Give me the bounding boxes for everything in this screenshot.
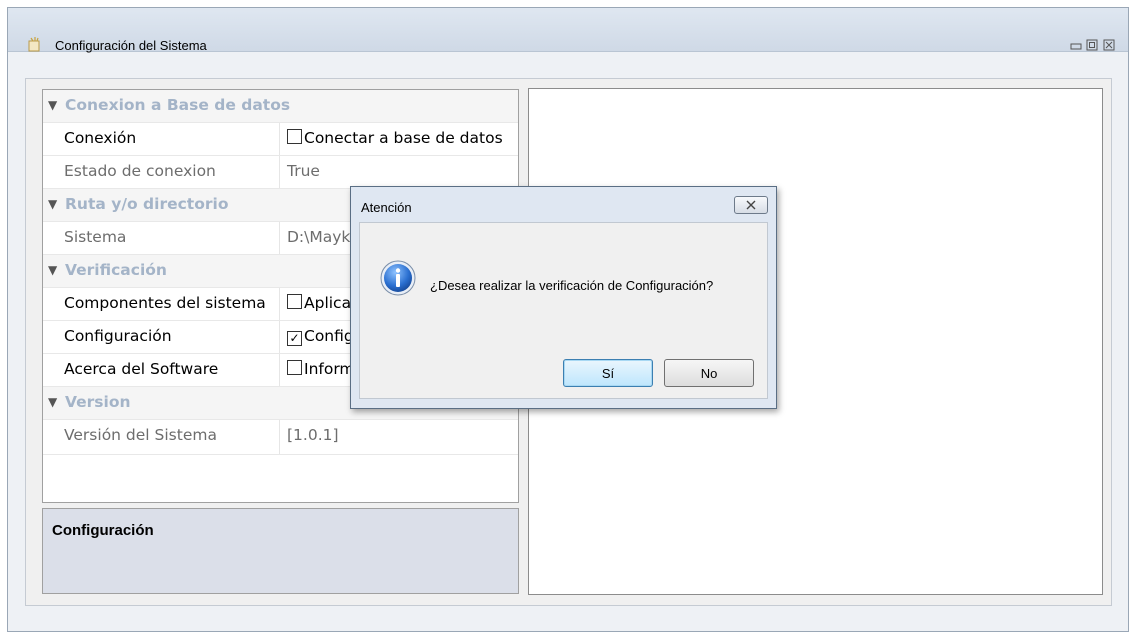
checkbox-label: Conectar a base de datos [304, 129, 503, 147]
chevron-down-icon[interactable]: ▼ [48, 197, 57, 211]
checkbox-label: Config [304, 327, 354, 345]
property-value[interactable]: ✓ Config [287, 327, 354, 346]
property-name: Sistema [64, 228, 127, 246]
dialog-message: ¿Desea realizar la verificación de Confi… [430, 278, 714, 293]
info-icon [380, 260, 416, 296]
checkbox-label: Aplica [304, 294, 352, 312]
column-divider [279, 354, 280, 386]
app-icon [28, 37, 40, 52]
chevron-down-icon[interactable]: ▼ [48, 395, 57, 409]
property-row-version[interactable]: Versión del Sistema [1.0.1] [43, 420, 518, 455]
window-title: Configuración del Sistema [55, 38, 207, 53]
description-title: Configuración [52, 522, 154, 539]
chevron-down-icon[interactable]: ▼ [48, 263, 57, 277]
close-button[interactable] [1102, 39, 1115, 51]
column-divider [279, 420, 280, 454]
column-divider [279, 288, 280, 320]
property-name: Estado de conexion [64, 162, 216, 180]
checkbox-componentes[interactable] [287, 294, 302, 309]
checkbox-conexion[interactable] [287, 129, 302, 144]
dialog-title: Atención [361, 200, 412, 215]
property-row-estado[interactable]: Estado de conexion True [43, 156, 518, 189]
confirm-dialog: Atención ¿Desea realizar la verificación… [350, 186, 777, 409]
property-name: Componentes del sistema [64, 294, 266, 312]
no-button-label: No [700, 365, 718, 381]
description-panel: Configuración [42, 508, 519, 594]
category-label: Verificación [65, 261, 167, 279]
yes-button[interactable]: Sí [563, 359, 653, 387]
checkbox-configuracion[interactable]: ✓ [287, 331, 302, 346]
minimize-icon [1070, 43, 1081, 50]
maximize-button[interactable] [1085, 39, 1098, 51]
property-value[interactable]: D:\Mayk [287, 228, 350, 246]
property-value[interactable]: Aplica [287, 294, 351, 312]
maximize-icon [1086, 39, 1097, 51]
property-value[interactable]: Conectar a base de datos [287, 129, 503, 147]
close-icon [746, 200, 756, 210]
checkbox-acerca[interactable] [287, 360, 302, 375]
minimize-button[interactable] [1069, 40, 1082, 52]
property-value[interactable]: [1.0.1] [287, 426, 339, 444]
category-conexion[interactable]: ▼ Conexion a Base de datos [43, 90, 518, 123]
property-value[interactable]: True [287, 162, 320, 180]
chevron-down-icon[interactable]: ▼ [48, 98, 57, 112]
checkbox-label: Inform [304, 360, 355, 378]
property-name: Conexión [64, 129, 137, 147]
property-row-conexion[interactable]: Conexión Conectar a base de datos [43, 123, 518, 156]
column-divider [279, 156, 280, 188]
column-divider [279, 123, 280, 155]
column-divider [279, 321, 280, 353]
yes-button-label: Sí [601, 365, 615, 381]
category-label: Conexion a Base de datos [65, 96, 291, 114]
category-label: Version [65, 393, 131, 411]
no-button[interactable]: No [664, 359, 754, 387]
close-icon [1103, 39, 1114, 51]
property-name: Configuración [64, 327, 172, 345]
dialog-close-button[interactable] [734, 196, 768, 214]
property-name: Versión del Sistema [64, 426, 217, 444]
category-label: Ruta y/o directorio [65, 195, 229, 213]
property-value[interactable]: Inform [287, 360, 355, 378]
property-name: Acerca del Software [64, 360, 219, 378]
column-divider [279, 222, 280, 254]
